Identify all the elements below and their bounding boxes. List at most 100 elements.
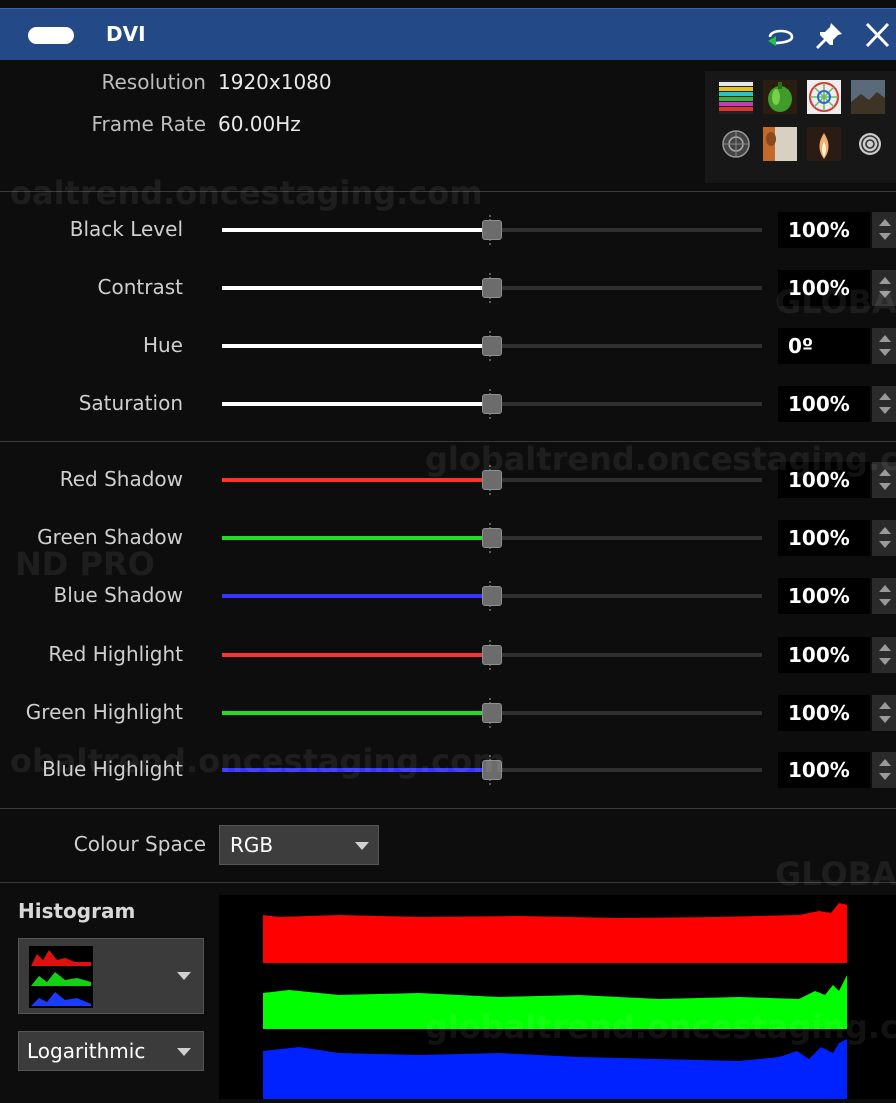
spin-up-icon[interactable]: [879, 219, 891, 226]
hue-slider-thumb[interactable]: [482, 336, 502, 356]
contrast-label: Contrast: [97, 275, 183, 299]
histogram-mode-select[interactable]: [18, 938, 204, 1014]
refresh-loop-icon[interactable]: [764, 19, 798, 51]
red-highlight-spinner[interactable]: [872, 637, 896, 673]
flame-image-pattern[interactable]: [807, 127, 841, 161]
green-shadow-slider-thumb[interactable]: [482, 528, 502, 548]
portrait-image-pattern[interactable]: [763, 127, 797, 161]
color-wheel-pattern[interactable]: [807, 80, 841, 114]
chevron-down-icon: [355, 842, 369, 850]
hue-label: Hue: [142, 333, 183, 357]
red-shadow-slider-fill: [222, 478, 482, 482]
saturation-spinner[interactable]: [872, 386, 896, 422]
spin-up-icon[interactable]: [879, 469, 891, 476]
colour-space-select[interactable]: RGB: [219, 825, 379, 865]
resolution-label: Resolution: [101, 70, 206, 94]
green-shadow-value-field[interactable]: 100%: [778, 520, 870, 556]
spin-down-icon[interactable]: [879, 773, 891, 780]
landscape-image-pattern[interactable]: [851, 80, 885, 114]
saturation-value-field[interactable]: 100%: [778, 386, 870, 422]
spin-up-icon[interactable]: [879, 759, 891, 766]
spin-up-icon[interactable]: [879, 335, 891, 342]
section-divider: [0, 441, 896, 442]
section-divider: [0, 808, 896, 809]
red-shadow-slider-thumb[interactable]: [482, 470, 502, 490]
circle-test-pattern[interactable]: [719, 127, 753, 161]
blue-highlight-slider-thumb[interactable]: [482, 760, 502, 780]
frame-rate-label: Frame Rate: [91, 112, 206, 136]
green-shadow-label: Green Shadow: [37, 525, 183, 549]
green-highlight-value-field[interactable]: 100%: [778, 695, 870, 731]
contrast-slider-thumb[interactable]: [482, 278, 502, 298]
histogram-green-channel: [263, 975, 847, 1029]
section-divider: [0, 191, 896, 192]
contrast-slider-fill: [222, 286, 482, 290]
red-shadow-spinner[interactable]: [872, 462, 896, 498]
saturation-label: Saturation: [78, 391, 183, 415]
spin-down-icon[interactable]: [879, 349, 891, 356]
hue-value-field[interactable]: 0º: [778, 328, 870, 364]
spin-down-icon[interactable]: [879, 291, 891, 298]
pin-icon[interactable]: [812, 19, 846, 51]
blue-shadow-slider-fill: [222, 594, 482, 598]
black-level-slider-thumb[interactable]: [482, 220, 502, 240]
green-highlight-slider-fill: [222, 711, 482, 715]
resolution-value: 1920x1080: [218, 70, 332, 94]
rgb-histogram-icon: [29, 946, 93, 1008]
blue-shadow-value-field[interactable]: 100%: [778, 578, 870, 614]
blue-highlight-value-field[interactable]: 100%: [778, 752, 870, 788]
black-level-spinner[interactable]: [872, 212, 896, 248]
black-level-slider-fill: [222, 228, 482, 232]
spin-up-icon[interactable]: [879, 702, 891, 709]
spin-down-icon[interactable]: [879, 716, 891, 723]
red-highlight-label: Red Highlight: [48, 642, 183, 666]
saturation-slider-thumb[interactable]: [482, 394, 502, 414]
spin-up-icon[interactable]: [879, 393, 891, 400]
close-icon[interactable]: [860, 19, 894, 51]
contrast-spinner[interactable]: [872, 270, 896, 306]
histogram-title: Histogram: [18, 899, 136, 923]
green-highlight-spinner[interactable]: [872, 695, 896, 731]
blue-shadow-slider-thumb[interactable]: [482, 586, 502, 606]
spin-down-icon[interactable]: [879, 233, 891, 240]
title-bar: DVI: [0, 8, 896, 60]
pepper-image-pattern[interactable]: [763, 80, 797, 114]
window-status-indicator: [28, 27, 74, 44]
spin-down-icon[interactable]: [879, 483, 891, 490]
green-highlight-slider-thumb[interactable]: [482, 703, 502, 723]
test-pattern-grid: [705, 71, 896, 183]
green-shadow-spinner[interactable]: [872, 520, 896, 556]
red-highlight-slider-thumb[interactable]: [482, 645, 502, 665]
spin-down-icon[interactable]: [879, 541, 891, 548]
red-highlight-value-field[interactable]: 100%: [778, 637, 870, 673]
green-shadow-slider-fill: [222, 536, 482, 540]
red-highlight-slider-fill: [222, 653, 482, 657]
spin-up-icon[interactable]: [879, 644, 891, 651]
histogram-blue-channel: [263, 1033, 847, 1099]
black-level-value-field[interactable]: 100%: [778, 212, 870, 248]
blue-highlight-slider-fill: [222, 768, 482, 772]
blue-shadow-spinner[interactable]: [872, 578, 896, 614]
spin-down-icon[interactable]: [879, 599, 891, 606]
histogram-scale-value: Logarithmic: [27, 1039, 146, 1063]
blue-highlight-spinner[interactable]: [872, 752, 896, 788]
color-bars-pattern[interactable]: [719, 80, 753, 114]
window-title: DVI: [106, 22, 146, 46]
hue-spinner[interactable]: [872, 328, 896, 364]
hue-slider-fill: [222, 344, 482, 348]
zone-plate-pattern[interactable]: [853, 127, 887, 161]
spin-up-icon[interactable]: [879, 277, 891, 284]
spin-up-icon[interactable]: [879, 527, 891, 534]
section-divider: [0, 882, 896, 883]
green-highlight-label: Green Highlight: [25, 700, 183, 724]
blue-highlight-label: Blue Highlight: [42, 757, 183, 781]
spin-up-icon[interactable]: [879, 585, 891, 592]
spin-down-icon[interactable]: [879, 658, 891, 665]
blue-shadow-label: Blue Shadow: [53, 583, 183, 607]
histogram-scale-select[interactable]: Logarithmic: [18, 1031, 204, 1071]
chevron-down-icon: [177, 1048, 191, 1056]
red-shadow-value-field[interactable]: 100%: [778, 462, 870, 498]
spin-down-icon[interactable]: [879, 407, 891, 414]
histogram-plot: [219, 895, 896, 1099]
contrast-value-field[interactable]: 100%: [778, 270, 870, 306]
